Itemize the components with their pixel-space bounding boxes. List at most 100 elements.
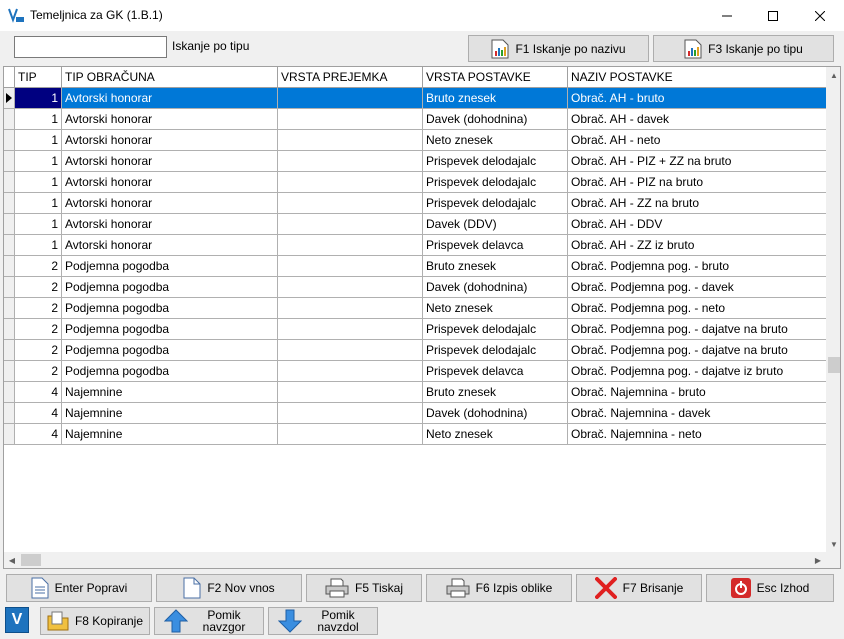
- header-naziv-postavke[interactable]: NAZIV POSTAVKE: [568, 67, 826, 88]
- table-row[interactable]: 4 Najemnine Neto znesek Obrač. Najemnina - …: [4, 424, 826, 445]
- row-indicator[interactable]: [4, 109, 15, 130]
- search-label: Iskanje po tipu: [172, 39, 250, 53]
- minimize-button[interactable]: [704, 0, 750, 31]
- cell-tip-obracuna: Podjemna pogodba: [62, 361, 278, 382]
- cell-tip-obracuna: Najemnine: [62, 424, 278, 445]
- table-row[interactable]: 2 Podjemna pogodba Neto znesek Obrač. Podje…: [4, 298, 826, 319]
- row-indicator[interactable]: [4, 424, 15, 445]
- row-indicator[interactable]: [4, 88, 15, 109]
- row-indicator[interactable]: [4, 214, 15, 235]
- print-button[interactable]: F5 Tiskaj: [306, 574, 422, 602]
- printer-icon: [325, 578, 349, 598]
- cell-tip-obracuna: Avtorski honorar: [62, 193, 278, 214]
- vertical-scroll-thumb[interactable]: [828, 357, 840, 373]
- table-row[interactable]: 2 Podjemna pogodba Bruto znesek Obrač. Podj…: [4, 256, 826, 277]
- table-row[interactable]: 4 Najemnine Davek (dohodnina) Obrač. Najemn…: [4, 403, 826, 424]
- cell-naziv-postavke: Obrač. Podjemna pog. - davek: [568, 277, 826, 298]
- table-row[interactable]: 1 Avtorski honorar Bruto znesek Obrač. AH -…: [4, 88, 826, 109]
- row-indicator[interactable]: [4, 193, 15, 214]
- delete-button[interactable]: F7 Brisanje: [576, 574, 702, 602]
- cell-vrsta-prejemka: [278, 88, 423, 109]
- table-row[interactable]: 1 Avtorski honorar Prispevek delodajalc Obr…: [4, 172, 826, 193]
- cell-vrsta-prejemka: [278, 277, 423, 298]
- scroll-up-arrow-icon[interactable]: ▲: [826, 67, 840, 83]
- cell-naziv-postavke: Obrač. AH - davek: [568, 109, 826, 130]
- document-icon: [31, 577, 49, 599]
- horizontal-scrollbar[interactable]: ◀ ▶: [4, 552, 826, 568]
- row-indicator[interactable]: [4, 277, 15, 298]
- folder-copy-icon: [47, 611, 69, 631]
- search-input[interactable]: [14, 36, 167, 58]
- data-grid[interactable]: TIP TIP OBRAČUNA VRSTA PREJEMKA VRSTA PO…: [3, 66, 841, 569]
- row-indicator[interactable]: [4, 340, 15, 361]
- cell-vrsta-prejemka: [278, 382, 423, 403]
- horizontal-scroll-thumb[interactable]: [21, 554, 41, 566]
- minimize-icon: [722, 15, 732, 16]
- move-up-button[interactable]: Pomik navzgor: [154, 607, 264, 635]
- app-badge-label: V: [11, 611, 23, 628]
- cell-tip: 1: [15, 214, 62, 235]
- header-tip[interactable]: TIP: [15, 67, 62, 88]
- row-indicator[interactable]: [4, 403, 15, 424]
- row-indicator[interactable]: [4, 319, 15, 340]
- scroll-down-arrow-icon[interactable]: ▼: [826, 536, 840, 552]
- header-vrsta-prejemka[interactable]: VRSTA PREJEMKA: [278, 67, 423, 88]
- row-indicator[interactable]: [4, 130, 15, 151]
- print-layout-button[interactable]: F6 Izpis oblike: [426, 574, 572, 602]
- delete-label: F7 Brisanje: [622, 581, 684, 595]
- scroll-corner: [826, 552, 840, 568]
- cell-naziv-postavke: Obrač. AH - DDV: [568, 214, 826, 235]
- table-row[interactable]: 2 Podjemna pogodba Prispevek delodajalc Obr…: [4, 319, 826, 340]
- move-down-button[interactable]: Pomik navzdol: [268, 607, 378, 635]
- table-row[interactable]: 1 Avtorski honorar Prispevek delodajalc Obr…: [4, 193, 826, 214]
- cell-vrsta-postavke: Prispevek delodajalc: [423, 151, 568, 172]
- scroll-left-arrow-icon[interactable]: ◀: [4, 552, 20, 568]
- cell-vrsta-prejemka: [278, 403, 423, 424]
- cell-vrsta-postavke: Davek (DDV): [423, 214, 568, 235]
- close-button[interactable]: [797, 0, 843, 31]
- row-indicator[interactable]: [4, 382, 15, 403]
- header-tip-obracuna[interactable]: TIP OBRAČUNA: [62, 67, 278, 88]
- vertical-scrollbar[interactable]: ▲ ▼: [826, 67, 840, 552]
- row-indicator[interactable]: [4, 151, 15, 172]
- row-indicator[interactable]: [4, 172, 15, 193]
- row-indicator[interactable]: [4, 235, 15, 256]
- exit-label: Esc Izhod: [756, 581, 810, 595]
- app-badge[interactable]: V: [5, 607, 29, 633]
- close-icon: [815, 10, 825, 21]
- search-by-name-button[interactable]: F1 Iskanje po nazivu: [468, 35, 649, 62]
- row-indicator[interactable]: [4, 256, 15, 277]
- header-vrsta-postavke[interactable]: VRSTA POSTAVKE: [423, 67, 568, 88]
- table-row[interactable]: 1 Avtorski honorar Neto znesek Obrač. AH - …: [4, 130, 826, 151]
- table-row[interactable]: 4 Najemnine Bruto znesek Obrač. Najemnina -…: [4, 382, 826, 403]
- cell-naziv-postavke: Obrač. Podjemna pog. - dajatve na bruto: [568, 319, 826, 340]
- cell-vrsta-prejemka: [278, 319, 423, 340]
- row-indicator[interactable]: [4, 361, 15, 382]
- table-row[interactable]: 1 Avtorski honorar Davek (dohodnina) Obrač.…: [4, 109, 826, 130]
- cell-vrsta-prejemka: [278, 193, 423, 214]
- cell-naziv-postavke: Obrač. Podjemna pog. - dajatve na bruto: [568, 340, 826, 361]
- copy-button[interactable]: F8 Kopiranje: [40, 607, 150, 635]
- table-row[interactable]: 2 Podjemna pogodba Prispevek delavca Obrač.…: [4, 361, 826, 382]
- table-row[interactable]: 2 Podjemna pogodba Davek (dohodnina) Obrač.…: [4, 277, 826, 298]
- table-row[interactable]: 1 Avtorski honorar Davek (DDV) Obrač. AH - …: [4, 214, 826, 235]
- new-entry-button[interactable]: F2 Nov vnos: [156, 574, 302, 602]
- cell-tip: 1: [15, 151, 62, 172]
- table-row[interactable]: 2 Podjemna pogodba Prispevek delodajalc Obr…: [4, 340, 826, 361]
- table-row[interactable]: 1 Avtorski honorar Prispevek delodajalc Obr…: [4, 151, 826, 172]
- row-indicator[interactable]: [4, 298, 15, 319]
- table-row[interactable]: 1 Avtorski honorar Prispevek delavca Obrač.…: [4, 235, 826, 256]
- exit-button[interactable]: Esc Izhod: [706, 574, 834, 602]
- search-by-type-button[interactable]: F3 Iskanje po tipu: [653, 35, 834, 62]
- cell-tip-obracuna: Podjemna pogodba: [62, 319, 278, 340]
- edit-button[interactable]: Enter Popravi: [6, 574, 152, 602]
- cell-vrsta-postavke: Davek (dohodnina): [423, 403, 568, 424]
- cell-tip-obracuna: Najemnine: [62, 382, 278, 403]
- scroll-right-arrow-icon[interactable]: ▶: [810, 552, 826, 568]
- move-down-label: Pomik navzdol: [317, 608, 359, 634]
- cell-tip-obracuna: Avtorski honorar: [62, 151, 278, 172]
- app-logo-icon: [8, 7, 24, 23]
- maximize-button[interactable]: [750, 0, 796, 31]
- cell-vrsta-prejemka: [278, 130, 423, 151]
- cell-tip-obracuna: Podjemna pogodba: [62, 340, 278, 361]
